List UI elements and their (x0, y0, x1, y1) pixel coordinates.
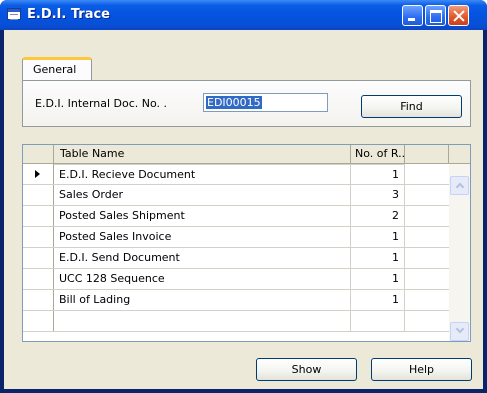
record-count-cell[interactable]: 1 (351, 164, 405, 184)
close-icon[interactable] (448, 5, 469, 26)
table-body: E.D.I. Recieve Document 1 Sales Order 3 … (23, 164, 449, 332)
maximize-icon[interactable] (425, 5, 446, 26)
row-selector[interactable] (23, 227, 54, 247)
row-selector[interactable] (23, 311, 54, 331)
table-row[interactable]: E.D.I. Recieve Document 1 (23, 164, 449, 185)
row-selector[interactable] (23, 164, 54, 184)
tab-general-label: General (33, 63, 77, 76)
blank-cell (405, 185, 449, 205)
table-name-cell[interactable]: Sales Order (54, 185, 351, 205)
trace-table: Table Name No. of R... E.D.I. Recieve Do… (22, 144, 471, 342)
blank-cell (405, 164, 449, 184)
scroll-up-icon[interactable] (450, 176, 469, 195)
blank-cell (405, 227, 449, 247)
row-selector[interactable] (23, 269, 54, 289)
row-selector[interactable] (23, 248, 54, 268)
record-count-cell[interactable]: 1 (351, 248, 405, 268)
record-count-cell[interactable]: 2 (351, 206, 405, 226)
blank-cell (405, 269, 449, 289)
record-count-cell[interactable]: 1 (351, 227, 405, 247)
table-row[interactable]: UCC 128 Sequence 1 (23, 269, 449, 290)
row-selector-header[interactable] (23, 145, 54, 163)
find-button[interactable]: Find (361, 95, 462, 118)
blank-cell (405, 311, 449, 331)
show-button-label: Show (291, 363, 322, 376)
table-row[interactable]: E.D.I. Send Document 1 (23, 248, 449, 269)
blank-cell (405, 206, 449, 226)
table-row[interactable]: Posted Sales Invoice 1 (23, 227, 449, 248)
table-row[interactable]: Bill of Lading 1 (23, 290, 449, 311)
help-button[interactable]: Help (371, 358, 472, 381)
minimize-icon[interactable] (402, 5, 423, 26)
table-name-cell[interactable]: UCC 128 Sequence (54, 269, 351, 289)
table-row[interactable]: Sales Order 3 (23, 185, 449, 206)
row-selector[interactable] (23, 185, 54, 205)
internal-doc-no-field[interactable]: EDI00015 (203, 93, 328, 112)
internal-doc-no-value: EDI00015 (206, 96, 262, 109)
find-button-label: Find (400, 100, 423, 113)
row-pointer-icon (35, 170, 40, 178)
table-header: Table Name No. of R... (23, 145, 470, 164)
row-selector[interactable] (23, 290, 54, 310)
blank-cell (405, 290, 449, 310)
show-button[interactable]: Show (256, 358, 357, 381)
table-name-cell[interactable]: E.D.I. Recieve Document (54, 164, 351, 184)
column-header-table-name[interactable]: Table Name (54, 145, 351, 163)
scroll-down-icon[interactable] (450, 322, 469, 341)
table-name-cell[interactable] (54, 311, 351, 331)
table-row-empty[interactable] (23, 311, 449, 332)
record-count-cell[interactable] (351, 311, 405, 331)
row-selector[interactable] (23, 206, 54, 226)
table-name-cell[interactable]: Posted Sales Shipment (54, 206, 351, 226)
window-title: E.D.I. Trace (27, 7, 110, 22)
vertical-scrollbar[interactable] (449, 164, 470, 341)
table-row[interactable]: Posted Sales Shipment 2 (23, 206, 449, 227)
record-count-cell[interactable]: 3 (351, 185, 405, 205)
record-count-cell[interactable]: 1 (351, 290, 405, 310)
table-name-cell[interactable]: Bill of Lading (54, 290, 351, 310)
column-header-no-of-records[interactable]: No. of R... (351, 145, 405, 163)
title-bar[interactable]: E.D.I. Trace (0, 0, 487, 30)
table-name-cell[interactable]: E.D.I. Send Document (54, 248, 351, 268)
form-window-icon (7, 8, 21, 20)
internal-doc-no-label: E.D.I. Internal Doc. No. . (35, 97, 168, 110)
record-count-cell[interactable]: 1 (351, 269, 405, 289)
table-name-cell[interactable]: Posted Sales Invoice (54, 227, 351, 247)
tab-general[interactable]: General (22, 57, 92, 80)
help-button-label: Help (408, 363, 435, 376)
blank-cell (405, 248, 449, 268)
column-header-blank (405, 145, 449, 163)
